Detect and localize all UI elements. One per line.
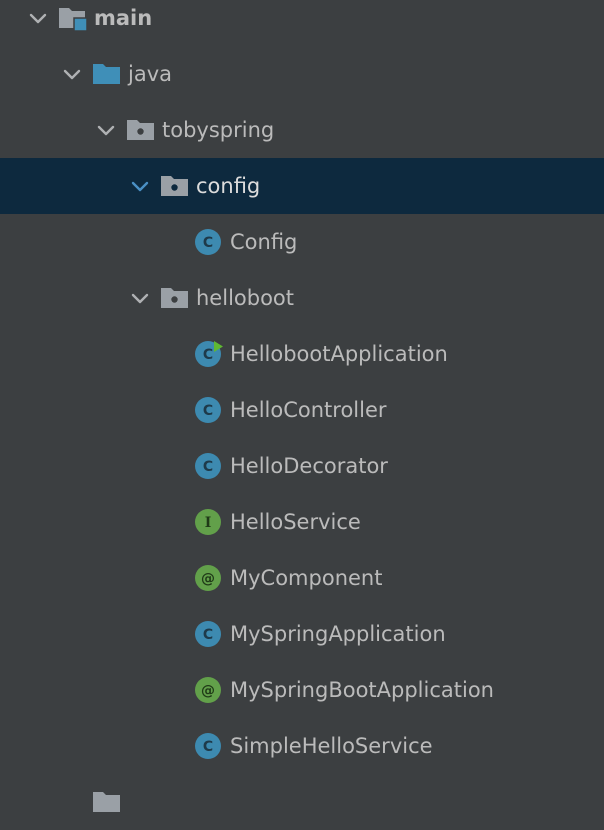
- class-icon: C: [194, 620, 222, 648]
- tree-node-helloboot[interactable]: helloboot: [0, 270, 604, 326]
- tree-node-label: HelloDecorator: [230, 454, 388, 478]
- tree-node-label: SimpleHelloService: [230, 734, 433, 758]
- annotation-icon-letter: @: [201, 683, 215, 699]
- package-folder-icon: [160, 172, 188, 200]
- tree-node-helloboot-application[interactable]: C HellobootApplication: [0, 326, 604, 382]
- class-icon-letter: C: [203, 347, 213, 363]
- tree-node-label: helloboot: [196, 286, 295, 310]
- class-icon-letter: C: [203, 739, 213, 755]
- tree-node-label: MySpringBootApplication: [230, 678, 494, 702]
- tree-node-label: HelloController: [230, 398, 387, 422]
- chevron-down-icon[interactable]: [128, 286, 152, 310]
- tree-node-main[interactable]: main: [0, 0, 604, 46]
- tree-node-label: config: [196, 174, 261, 198]
- interface-icon-letter: I: [205, 515, 212, 531]
- class-icon-letter: C: [203, 459, 213, 475]
- class-icon: C: [194, 340, 223, 368]
- tree-node-config-package[interactable]: config: [0, 158, 604, 214]
- class-icon: C: [194, 732, 222, 760]
- tree-node-hello-decorator[interactable]: C HelloDecorator: [0, 438, 604, 494]
- tree-node-my-spring-boot-application[interactable]: @ MySpringBootApplication: [0, 662, 604, 718]
- tree-node-tobyspring[interactable]: tobyspring: [0, 102, 604, 158]
- tree-node-my-spring-application[interactable]: C MySpringApplication: [0, 606, 604, 662]
- package-folder-icon: [160, 284, 188, 312]
- package-folder-icon: [126, 116, 154, 144]
- class-icon-letter: C: [203, 235, 213, 251]
- tree-node-label: tobyspring: [162, 118, 275, 142]
- chevron-down-icon[interactable]: [60, 62, 84, 86]
- tree-node-partial[interactable]: [0, 774, 604, 830]
- tree-node-hello-service[interactable]: I HelloService: [0, 494, 604, 550]
- class-icon-letter: C: [203, 403, 213, 419]
- tree-node-config-class[interactable]: C Config: [0, 214, 604, 270]
- module-folder-icon: [58, 4, 88, 32]
- class-icon: C: [194, 452, 222, 480]
- tree-node-label: MyComponent: [230, 566, 383, 590]
- source-root-folder-icon: [92, 60, 120, 88]
- chevron-down-icon[interactable]: [128, 174, 152, 198]
- chevron-down-icon[interactable]: [26, 6, 50, 30]
- tree-node-label: Config: [230, 230, 298, 254]
- tree-node-my-component[interactable]: @ MyComponent: [0, 550, 604, 606]
- tree-node-java[interactable]: java: [0, 46, 604, 102]
- class-icon: C: [194, 228, 222, 256]
- tree-node-label: HelloService: [230, 510, 361, 534]
- annotation-icon: @: [194, 676, 222, 704]
- interface-icon: I: [194, 508, 222, 536]
- class-icon: C: [194, 396, 222, 424]
- tree-node-label: main: [94, 6, 153, 30]
- tree-node-label: HellobootApplication: [230, 342, 448, 366]
- tree-node-hello-controller[interactable]: C HelloController: [0, 382, 604, 438]
- tree-node-label: java: [128, 62, 172, 86]
- tree-node-simple-hello-service[interactable]: C SimpleHelloService: [0, 718, 604, 774]
- tree-node-label: MySpringApplication: [230, 622, 446, 646]
- annotation-icon-letter: @: [201, 571, 215, 587]
- class-icon-letter: C: [203, 627, 213, 643]
- annotation-icon: @: [194, 564, 222, 592]
- project-tree: main java tobyspring config C Config hel…: [0, 0, 604, 830]
- chevron-down-icon[interactable]: [94, 118, 118, 142]
- folder-icon: [92, 788, 120, 816]
